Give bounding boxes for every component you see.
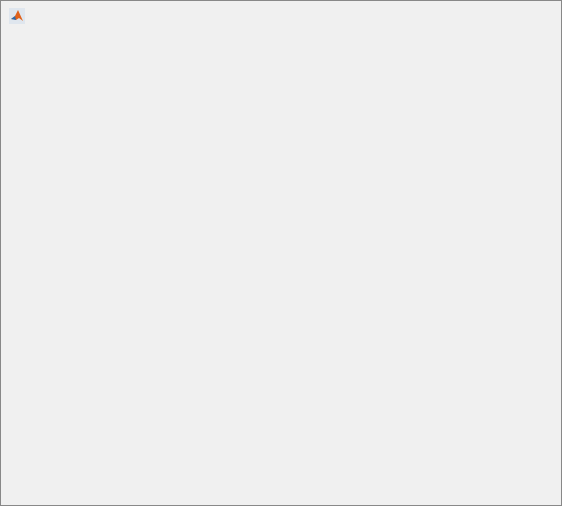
figure-window xyxy=(0,0,562,506)
close-button[interactable] xyxy=(515,1,561,32)
matlab-logo-icon xyxy=(9,8,25,24)
title-bar xyxy=(1,1,561,32)
